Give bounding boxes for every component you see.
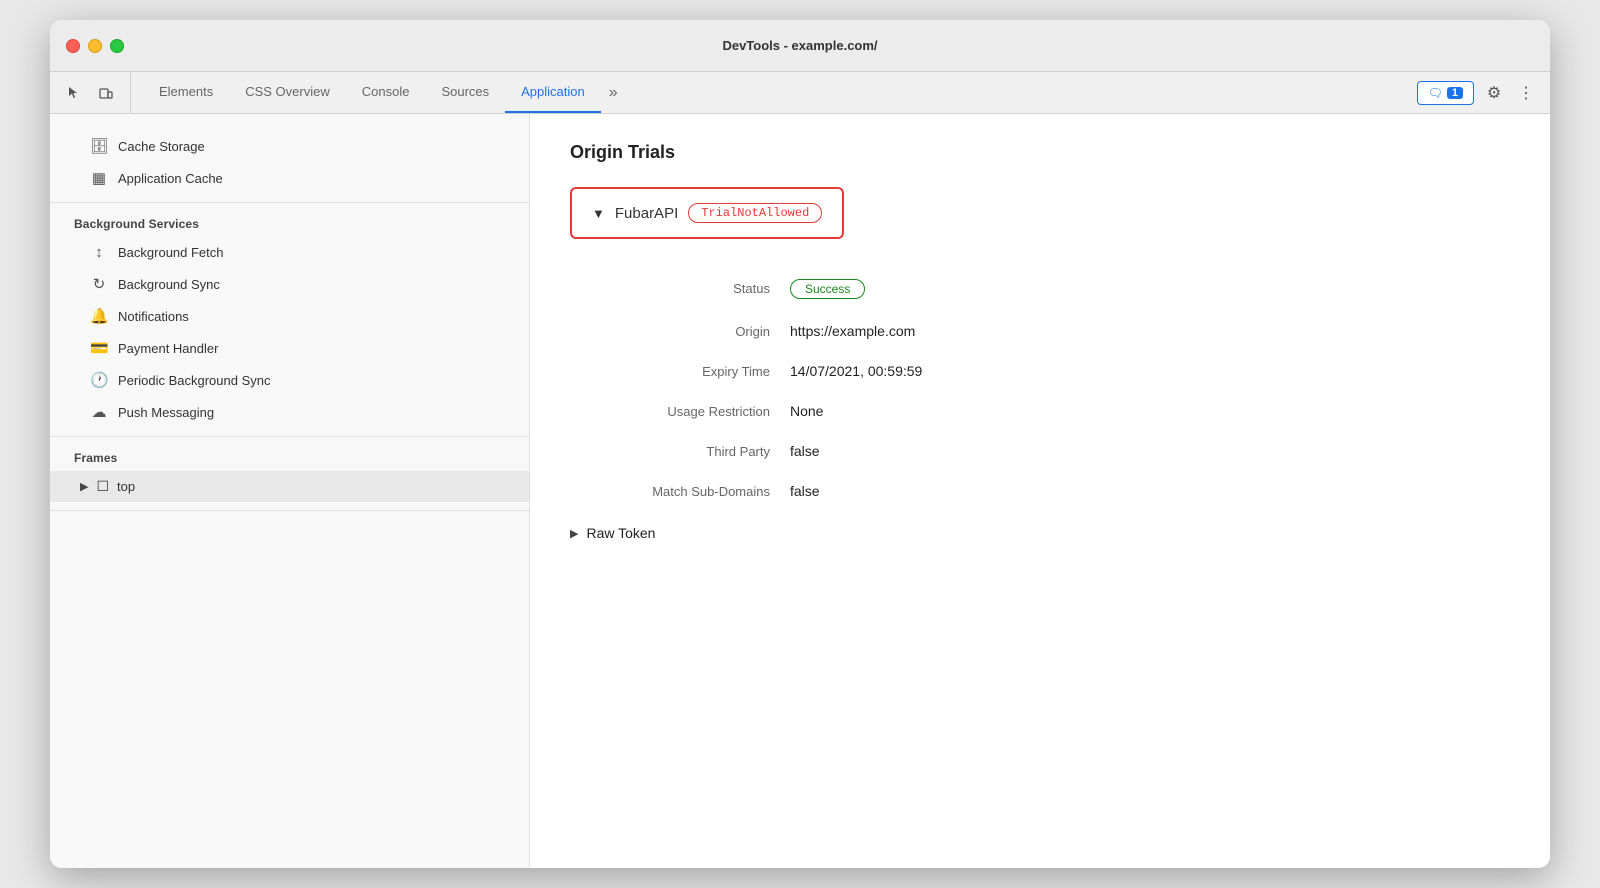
- push-messaging-icon: ☁: [90, 403, 108, 421]
- notifications-icon: 🔔: [90, 307, 108, 325]
- main-area: 🗄 Cache Storage ▦ Application Cache Back…: [50, 114, 1550, 868]
- devtools-window: DevTools - example.com/ Elements CSS Ove…: [50, 20, 1550, 868]
- raw-token-row[interactable]: ▶ Raw Token: [570, 511, 1510, 555]
- third-party-value: false: [790, 443, 820, 459]
- more-tabs-button[interactable]: »: [601, 72, 626, 113]
- tab-console[interactable]: Console: [346, 72, 426, 113]
- sidebar-item-background-fetch[interactable]: ↕ Background Fetch: [50, 237, 529, 268]
- frame-label: top: [117, 479, 135, 494]
- sidebar-item-top[interactable]: ▶ ☐ top: [50, 471, 529, 502]
- window-title: DevTools - example.com/: [722, 38, 877, 53]
- raw-token-expand-icon: ▶: [570, 527, 578, 540]
- tab-elements[interactable]: Elements: [143, 72, 229, 113]
- background-services-section: Background Services ↕ Background Fetch ↻…: [50, 203, 529, 437]
- detail-table: Status Success Origin https://example.co…: [570, 267, 1510, 555]
- sidebar-item-label: Notifications: [118, 309, 189, 324]
- expiry-time-label: Expiry Time: [570, 364, 790, 379]
- sidebar-item-payment-handler[interactable]: 💳 Payment Handler: [50, 332, 529, 364]
- tabs: Elements CSS Overview Console Sources Ap…: [143, 72, 1417, 113]
- sidebar-item-label: Cache Storage: [118, 139, 205, 154]
- api-expand-arrow: ▼: [592, 206, 605, 221]
- device-toggle-icon[interactable]: [94, 81, 118, 105]
- sidebar-item-label: Background Sync: [118, 277, 220, 292]
- status-label: Status: [570, 281, 790, 296]
- sidebar-item-label: Background Fetch: [118, 245, 224, 260]
- more-options-icon[interactable]: ⋮: [1514, 81, 1538, 105]
- tab-application[interactable]: Application: [505, 72, 601, 113]
- usage-restriction-value: None: [790, 403, 823, 419]
- usage-restriction-row: Usage Restriction None: [570, 391, 1510, 431]
- sidebar-item-label: Push Messaging: [118, 405, 214, 420]
- content-area: Origin Trials ▼ FubarAPI TrialNotAllowed…: [530, 114, 1550, 868]
- page-title: Origin Trials: [570, 142, 1510, 163]
- frames-section: Frames ▶ ☐ top: [50, 437, 529, 511]
- match-sub-domains-label: Match Sub-Domains: [570, 484, 790, 499]
- maximize-button[interactable]: [110, 39, 124, 53]
- background-fetch-icon: ↕: [90, 244, 108, 261]
- tab-bar-right: 🗨 1 ⚙ ⋮: [1417, 72, 1538, 113]
- trial-not-allowed-badge: TrialNotAllowed: [688, 203, 822, 223]
- tab-css-overview[interactable]: CSS Overview: [229, 72, 346, 113]
- match-sub-domains-row: Match Sub-Domains false: [570, 471, 1510, 511]
- tab-sources[interactable]: Sources: [425, 72, 505, 113]
- sidebar-item-cache-storage[interactable]: 🗄 Cache Storage: [50, 130, 529, 162]
- settings-icon[interactable]: ⚙: [1482, 81, 1506, 105]
- sidebar-item-label: Payment Handler: [118, 341, 218, 356]
- application-cache-icon: ▦: [90, 169, 108, 187]
- sidebar-item-push-messaging[interactable]: ☁ Push Messaging: [50, 396, 529, 428]
- third-party-row: Third Party false: [570, 431, 1510, 471]
- sidebar: 🗄 Cache Storage ▦ Application Cache Back…: [50, 114, 530, 868]
- background-services-title: Background Services: [50, 211, 529, 237]
- sidebar-item-application-cache[interactable]: ▦ Application Cache: [50, 162, 529, 194]
- usage-restriction-label: Usage Restriction: [570, 404, 790, 419]
- status-row: Status Success: [570, 267, 1510, 311]
- expiry-time-value: 14/07/2021, 00:59:59: [790, 363, 922, 379]
- sidebar-item-label: Periodic Background Sync: [118, 373, 270, 388]
- raw-token-label: Raw Token: [586, 525, 655, 541]
- minimize-button[interactable]: [88, 39, 102, 53]
- title-bar: DevTools - example.com/: [50, 20, 1550, 72]
- origin-row: Origin https://example.com: [570, 311, 1510, 351]
- frame-icon: ☐: [96, 478, 109, 495]
- comments-icon: 🗨: [1428, 86, 1443, 100]
- comments-badge-button[interactable]: 🗨 1: [1417, 81, 1474, 105]
- toolbar-icons: [62, 72, 131, 113]
- sidebar-item-background-sync[interactable]: ↻ Background Sync: [50, 268, 529, 300]
- frames-title: Frames: [50, 445, 529, 471]
- cursor-icon[interactable]: [62, 81, 86, 105]
- cache-section: 🗄 Cache Storage ▦ Application Cache: [50, 122, 529, 203]
- cache-storage-icon: 🗄: [90, 137, 108, 155]
- fubar-api-box[interactable]: ▼ FubarAPI TrialNotAllowed: [570, 187, 844, 239]
- badge-count: 1: [1447, 87, 1463, 99]
- traffic-lights: [66, 39, 124, 53]
- match-sub-domains-value: false: [790, 483, 820, 499]
- expand-icon: ▶: [80, 480, 88, 493]
- sidebar-item-notifications[interactable]: 🔔 Notifications: [50, 300, 529, 332]
- expiry-time-row: Expiry Time 14/07/2021, 00:59:59: [570, 351, 1510, 391]
- sidebar-item-periodic-background-sync[interactable]: 🕐 Periodic Background Sync: [50, 364, 529, 396]
- api-name: FubarAPI: [615, 205, 678, 222]
- status-value: Success: [790, 279, 865, 299]
- origin-label: Origin: [570, 324, 790, 339]
- close-button[interactable]: [66, 39, 80, 53]
- third-party-label: Third Party: [570, 444, 790, 459]
- tab-bar: Elements CSS Overview Console Sources Ap…: [50, 72, 1550, 114]
- background-sync-icon: ↻: [90, 275, 108, 293]
- payment-handler-icon: 💳: [90, 339, 108, 357]
- origin-value: https://example.com: [790, 323, 915, 339]
- periodic-sync-icon: 🕐: [90, 371, 108, 389]
- sidebar-item-label: Application Cache: [118, 171, 223, 186]
